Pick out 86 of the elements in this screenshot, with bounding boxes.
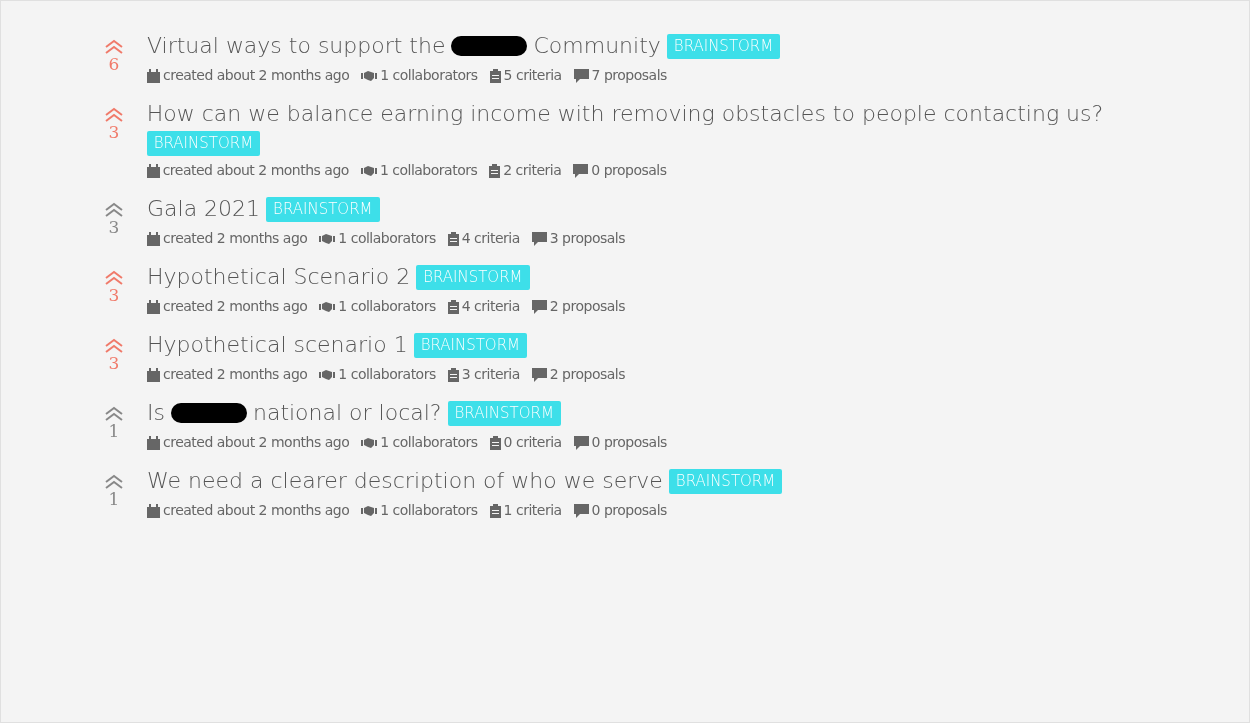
meta-text: 1 collaborators (380, 433, 478, 452)
handshake-icon (319, 232, 336, 245)
meta-text: 3 criteria (461, 365, 520, 384)
speech-bubble-icon (531, 231, 547, 246)
meta-text: 0 proposals (591, 161, 667, 180)
tag-label: BRAINSTORM (447, 400, 561, 426)
speech-bubble-icon (531, 299, 547, 314)
vote-count: 1 (108, 422, 120, 440)
meta-text: 1 collaborators (338, 297, 436, 316)
upvote-chevron-icon[interactable] (104, 202, 124, 218)
upvote-chevron-icon[interactable] (104, 474, 124, 490)
calendar-icon (146, 163, 160, 178)
tag-label: BRAINSTORM (146, 131, 261, 156)
meta-text: created about 2 months ago (163, 501, 350, 520)
meta-text: 1 collaborators (379, 161, 478, 180)
tag-label: BRAINSTORM (266, 196, 380, 222)
calendar-icon (147, 68, 160, 83)
topic-title[interactable]: Community (533, 31, 661, 61)
meta-text: created 2 months ago (163, 365, 308, 384)
handshake-icon (319, 300, 336, 313)
meta-text: created about 2 months ago (163, 433, 350, 452)
meta-text: 1 collaborators (380, 66, 478, 85)
calendar-icon (147, 231, 160, 246)
topic-title[interactable]: Hypothetical Scenario 2 (147, 262, 411, 292)
handshake-icon (361, 69, 378, 82)
meta-text: 2 proposals (549, 297, 626, 316)
clipboard-icon (489, 68, 501, 83)
upvote-chevron-icon[interactable] (104, 406, 124, 422)
meta-text: 4 criteria (461, 297, 520, 316)
vote-count: 3 (108, 354, 120, 372)
meta-text: 5 criteria (503, 66, 562, 85)
meta-text: 1 collaborators (338, 365, 436, 384)
topic-title[interactable]: We need a clearer description of who we serve (147, 466, 663, 496)
clipboard-icon (447, 299, 459, 314)
topic-title[interactable]: How can we balance earning income with removing obstacles to people contacting us? (146, 99, 1104, 129)
speech-bubble-icon (531, 367, 547, 382)
clipboard-icon (489, 163, 501, 178)
handshake-icon (361, 436, 378, 449)
meta-text: 0 criteria (503, 433, 562, 452)
meta-text: created about 2 months ago (162, 161, 349, 180)
meta-text: 0 proposals (591, 433, 667, 452)
vote-count: 3 (108, 123, 120, 141)
topic-title[interactable]: Hypothetical scenario 1 (147, 330, 408, 360)
meta-text: 4 criteria (461, 229, 520, 248)
topic-title[interactable]: Gala 2021 (147, 194, 261, 224)
meta-text: created 2 months ago (163, 297, 308, 316)
calendar-icon (147, 367, 160, 382)
speech-bubble-icon (573, 503, 589, 518)
meta-text: 3 proposals (549, 229, 626, 248)
topic-title[interactable]: national or local? (252, 398, 442, 428)
clipboard-icon (489, 503, 501, 518)
meta-text: 0 proposals (591, 501, 667, 520)
clipboard-icon (489, 435, 501, 450)
calendar-icon (147, 503, 160, 518)
upvote-chevron-icon[interactable] (103, 107, 124, 123)
meta-text: 2 proposals (549, 365, 626, 384)
meta-text: 7 proposals (591, 66, 667, 85)
vote-count: 3 (108, 286, 120, 304)
tag-label: BRAINSTORM (416, 264, 530, 290)
speech-bubble-icon (573, 435, 589, 450)
meta-text: 1 criteria (503, 501, 562, 520)
upvote-chevron-icon[interactable] (104, 270, 124, 286)
meta-text: created 2 months ago (163, 229, 308, 248)
meta-text: 2 criteria (503, 161, 562, 180)
handshake-icon (361, 504, 378, 517)
speech-bubble-icon (573, 68, 589, 83)
tag-label: BRAINSTORM (413, 332, 528, 358)
upvote-chevron-icon[interactable] (104, 39, 124, 55)
tag-label: BRAINSTORM (666, 33, 781, 59)
meta-text: 1 collaborators (380, 501, 478, 520)
handshake-icon (360, 164, 377, 177)
clipboard-icon (447, 367, 459, 382)
handshake-icon (319, 368, 336, 381)
vote-count: 3 (108, 218, 120, 236)
tag-label: BRAINSTORM (668, 468, 783, 494)
topic-title[interactable]: Is (147, 398, 165, 428)
speech-bubble-icon (573, 163, 589, 178)
vote-count: 1 (108, 490, 120, 508)
calendar-icon (147, 435, 160, 450)
topic-title[interactable]: Virtual ways to support the (147, 31, 446, 61)
calendar-icon (147, 299, 160, 314)
upvote-chevron-icon[interactable] (104, 338, 124, 354)
clipboard-icon (447, 231, 459, 246)
meta-text: created about 2 months ago (163, 66, 350, 85)
meta-text: 1 collaborators (338, 229, 436, 248)
vote-count: 6 (108, 55, 120, 73)
